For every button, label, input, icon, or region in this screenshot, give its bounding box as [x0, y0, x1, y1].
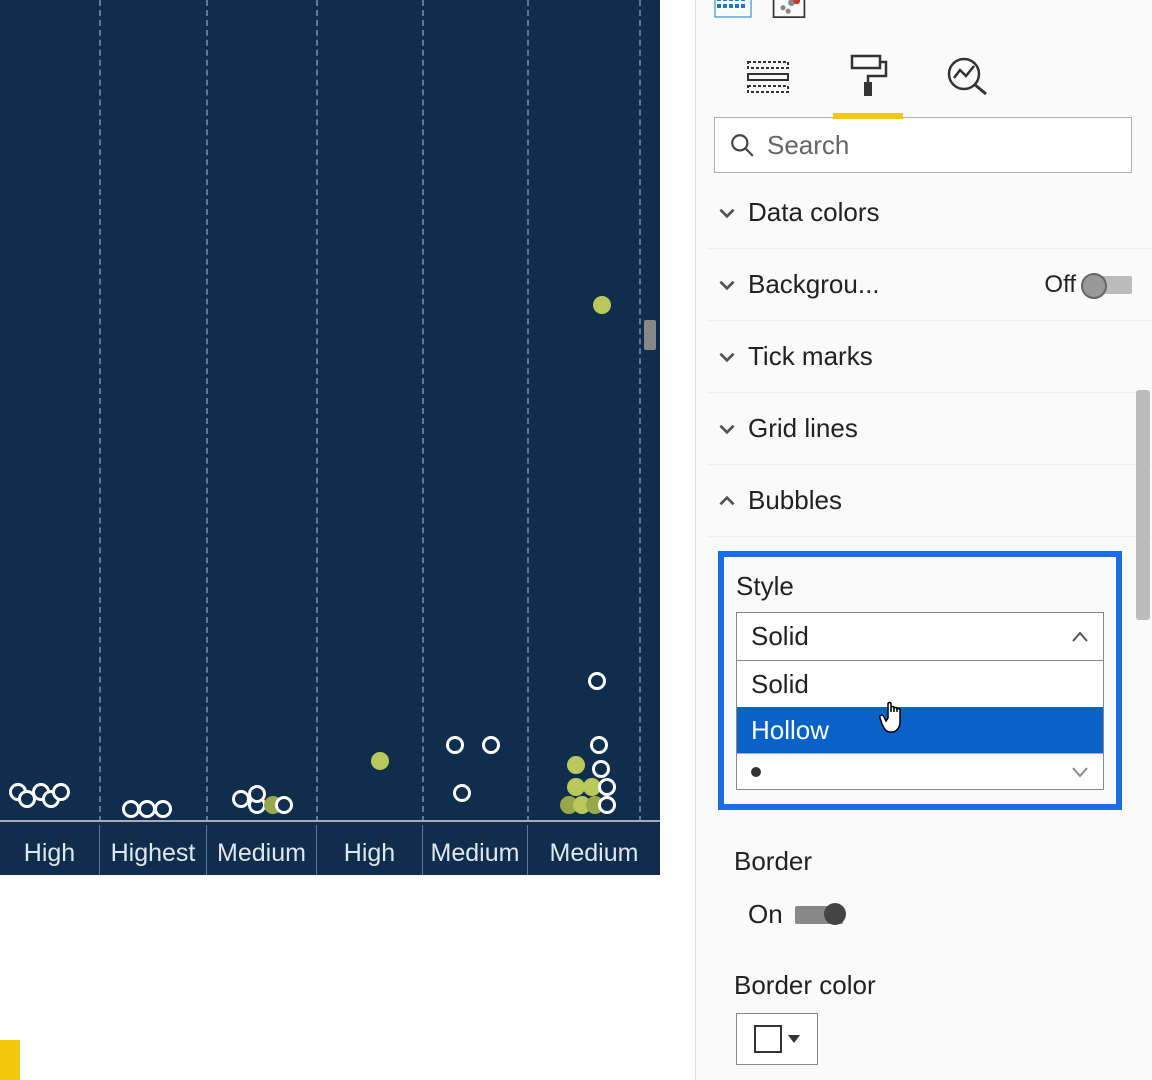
data-point[interactable]: [154, 800, 172, 818]
x-axis-label: Medium: [422, 825, 527, 875]
x-axis-label: Medium: [527, 825, 660, 875]
chevron-down-icon: [716, 274, 738, 296]
chevron-up-icon: [716, 490, 738, 512]
x-axis-label: High: [0, 825, 99, 875]
section-label: Tick marks: [748, 341, 1132, 372]
analytics-tab[interactable]: [938, 56, 998, 101]
search-input[interactable]: [767, 130, 1117, 161]
data-point[interactable]: [593, 296, 611, 314]
gridline: [639, 0, 641, 822]
marker-dot-icon: [751, 767, 761, 777]
chevron-down-icon: [716, 202, 738, 224]
gridline: [527, 0, 529, 822]
data-point[interactable]: [275, 796, 293, 814]
x-axis-label: Highest: [99, 825, 206, 875]
data-point[interactable]: [592, 760, 610, 778]
color-swatch-preview: [754, 1025, 782, 1053]
fields-icon: [746, 58, 790, 94]
data-point[interactable]: [598, 796, 616, 814]
dropdown-selected-text: Solid: [751, 621, 809, 652]
paint-roller-icon: [848, 54, 888, 98]
chart-vertical-scrollbar[interactable]: [644, 320, 656, 350]
toggle-switch[interactable]: [1084, 276, 1132, 294]
section-label: Data colors: [748, 197, 1132, 228]
section-tick-marks[interactable]: Tick marks: [708, 321, 1152, 393]
data-point[interactable]: [590, 736, 608, 754]
bubble-style-highlighted-group: Style Solid Solid Hollow: [718, 551, 1122, 810]
bubble-style-dropdown[interactable]: Solid Solid Hollow: [736, 612, 1104, 790]
border-color-picker[interactable]: [736, 1013, 818, 1065]
visualizations-panel: Data colors Backgrou... Off Tick marks G…: [695, 0, 1152, 1080]
chevron-up-icon: [1071, 631, 1089, 643]
border-field-label: Border: [708, 828, 1152, 881]
format-pane-tabs: [708, 26, 1152, 111]
search-icon: [729, 132, 755, 158]
border-color-field-label: Border color: [708, 930, 1152, 1005]
option-label: Solid: [751, 669, 809, 700]
format-tab[interactable]: [838, 54, 898, 103]
x-axis-labels: High Highest Medium High Medium Medium: [0, 825, 660, 875]
section-label: Backgrou...: [748, 269, 1034, 300]
panel-vertical-scrollbar[interactable]: [1136, 390, 1150, 620]
data-point[interactable]: [567, 756, 585, 774]
style-field-label: Style: [736, 571, 1104, 602]
data-point[interactable]: [453, 784, 471, 802]
section-background[interactable]: Backgrou... Off: [708, 249, 1152, 321]
scatter-viz-icon[interactable]: [770, 0, 808, 18]
status-bar-accent: [0, 1040, 20, 1080]
section-bubbles[interactable]: Bubbles: [708, 465, 1152, 537]
dropdown-caret-icon: [788, 1035, 800, 1043]
section-label: Grid lines: [748, 413, 1132, 444]
data-point[interactable]: [371, 752, 389, 770]
data-point[interactable]: [588, 672, 606, 690]
gridline: [422, 0, 424, 822]
chart-visual[interactable]: High Highest Medium High Medium Medium: [0, 0, 695, 1080]
option-label: Hollow: [751, 715, 829, 746]
chevron-down-icon: [716, 418, 738, 440]
dropdown-selected-value[interactable]: Solid: [737, 613, 1103, 661]
background-toggle[interactable]: Off: [1044, 271, 1132, 299]
format-search-box[interactable]: [714, 117, 1132, 173]
x-axis-label: High: [316, 825, 422, 875]
dropdown-option-solid[interactable]: Solid: [737, 661, 1103, 707]
x-axis-line: [0, 820, 660, 822]
gridline: [99, 0, 101, 822]
data-point[interactable]: [248, 785, 266, 803]
visualization-type-picker: [708, 0, 1152, 26]
section-label: Bubbles: [748, 485, 1132, 516]
data-point[interactable]: [52, 783, 70, 801]
toggle-switch[interactable]: [795, 906, 843, 924]
chevron-down-icon: [1071, 766, 1089, 778]
dropdown-footer[interactable]: [737, 753, 1103, 789]
border-toggle[interactable]: On: [708, 881, 1152, 930]
chart-plot-area: High Highest Medium High Medium Medium: [0, 0, 660, 875]
gridline: [316, 0, 318, 822]
data-point[interactable]: [482, 736, 500, 754]
matrix-viz-icon[interactable]: [714, 0, 752, 18]
analytics-icon: [946, 56, 990, 96]
section-grid-lines[interactable]: Grid lines: [708, 393, 1152, 465]
toggle-state-label: Off: [1044, 271, 1076, 299]
x-axis-label: Medium: [206, 825, 316, 875]
gridline: [206, 0, 208, 822]
data-point[interactable]: [598, 778, 616, 796]
chevron-down-icon: [716, 346, 738, 368]
data-point[interactable]: [446, 736, 464, 754]
section-data-colors[interactable]: Data colors: [708, 177, 1152, 249]
toggle-state-label: On: [748, 899, 783, 930]
fields-tab[interactable]: [738, 58, 798, 99]
dropdown-option-hollow[interactable]: Hollow: [737, 707, 1103, 753]
